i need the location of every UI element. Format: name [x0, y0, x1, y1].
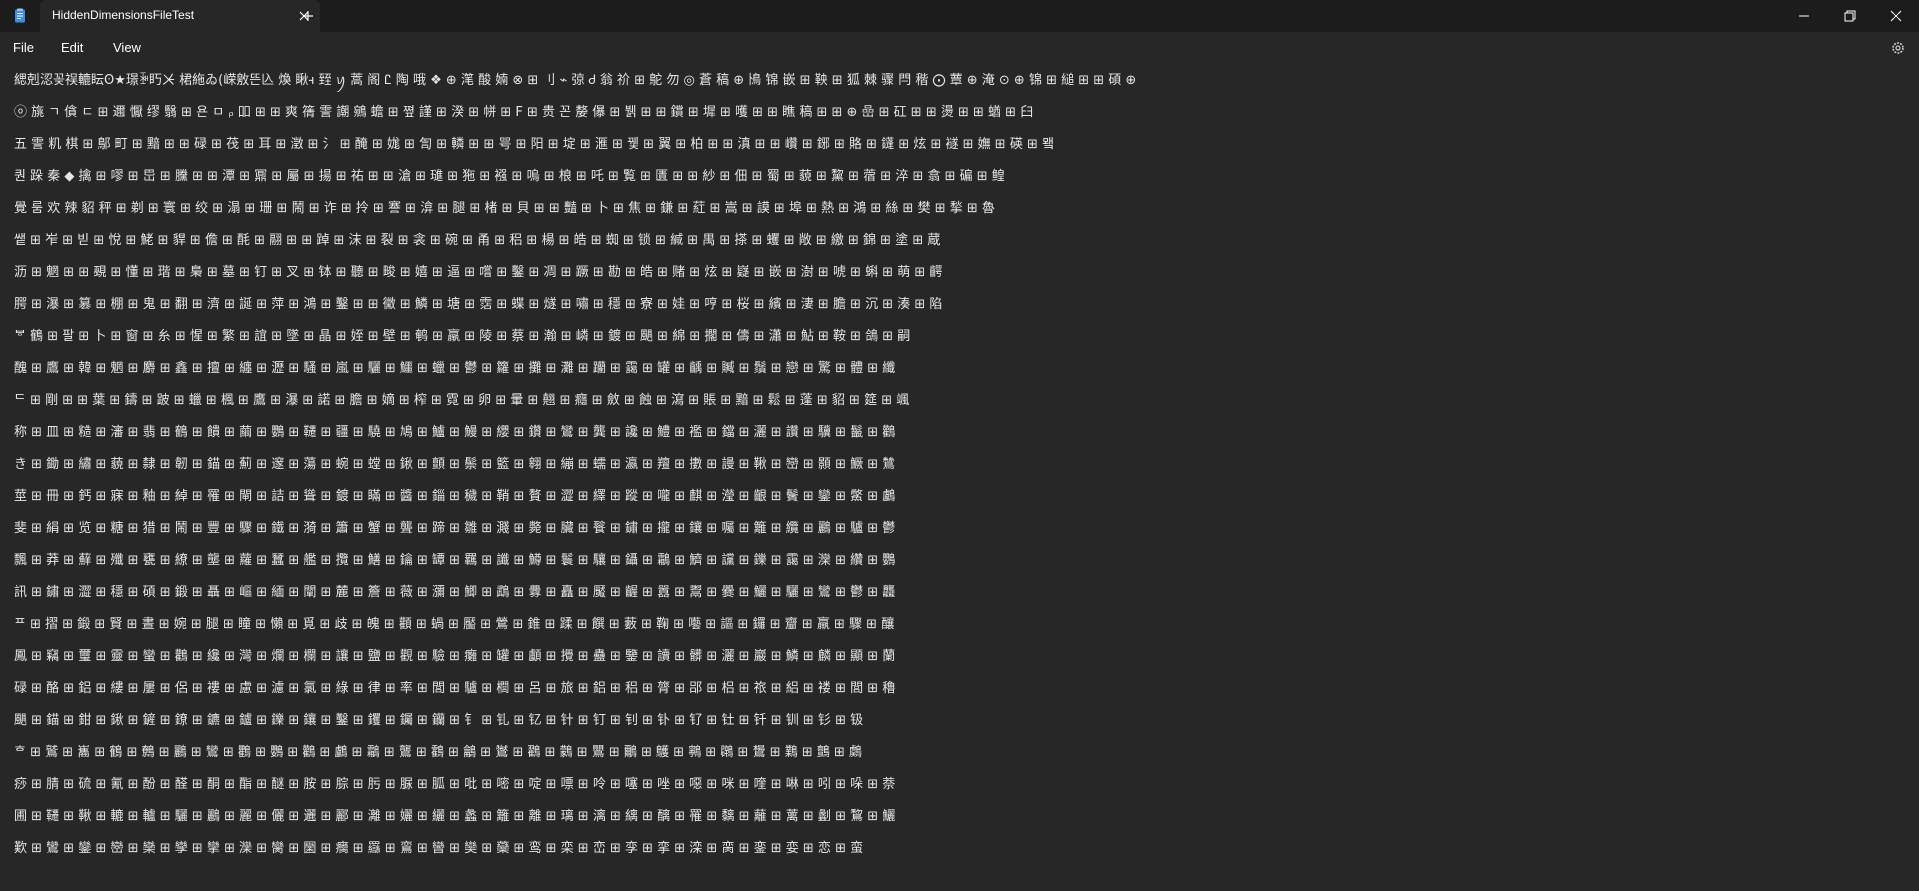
text-line: き ⊞ 鋤 ⊞ 繡 ⊞ 藐 ⊞ 隸 ⊞ 韌 ⊞ 錨 ⊞ 薊 ⊞ 邃 ⊞ 蕩 ⊞ …	[14, 457, 896, 472]
text-line: 沥 ⊞ 魍 ⊞ ⊞ 覡 ⊞ 懂 ⊞ 瑎 ⊞ 梟 ⊞ 墓 ⊞ 钉 ⊞ 叉 ⊞ 钵 …	[14, 265, 943, 280]
text-line: 腭 ⊞ 瀑 ⊞ 篡 ⊞ 棚 ⊞ 鬼 ⊞ 翻 ⊞ 濟 ⊞ 誕 ⊞ 萍 ⊞ 鴻 ⊞ …	[14, 297, 943, 312]
text-line: ⓞ 旐 ㄱ 僋 ㄷ ⊞ 邇 懨 缪 翳 ⊞ 욘 ㅁ ᵨ 吅 ⊞ ⊞ 爽 篟 霅 …	[14, 105, 1034, 120]
maximize-button[interactable]	[1827, 0, 1873, 32]
text-line: 称 ⊞ 皿 ⊞ 糙 ⊞ 瀋 ⊞ 翡 ⊞ 鶴 ⊞ 饋 ⊞ 繭 ⊞ 鸚 ⊞ 韆 ⊞ …	[14, 425, 896, 440]
gear-icon[interactable]	[1890, 40, 1906, 56]
maximize-icon	[1844, 10, 1856, 22]
text-line: 五 霅 籶 棋 ⊞ 鄥 町 ⊞ 黯 ⊞ ⊞ 碌 ⊞ 茷 ⊞ 耳 ⊞ 澂 ⊞ 氵 …	[14, 137, 1054, 152]
text-line: ᄒ ⊞ 鷲 ⊞ 巂 ⊞ 鶴 ⊞ 鷯 ⊞ 鸝 ⊞ 鸞 ⊞ 鸜 ⊞ 鸚 ⊞ 鸛 ⊞ …	[14, 745, 863, 760]
menu-file[interactable]: File	[13, 40, 34, 55]
text-line: ᄑ ⊞ 摺 ⊞ 鍛 ⊞ 賢 ⊞ 晝 ⊞ 婉 ⊞ 腿 ⊞ 瞳 ⊞ 懶 ⊞ 覓 ⊞ …	[14, 617, 895, 632]
text-line: 퀀 跺 秦 ◆ 擒 ⊞ 嘐 ⊞ 岊 ⊞ 黱 ⊞ ⊞ 潭 ⊞ 鼏 ⊞ 屬 ⊞ 揚 …	[14, 169, 1005, 184]
text-line: 쌭 ⊞ 岝 ⊞ 빋 ⊞ 悅 ⊞ 鮱 ⊞ 貋 ⊞ 儋 ⊞ 酕 ⊞ 翮 ⊞ ⊞ 踔 …	[14, 233, 941, 248]
text-line: 斐 ⊞ 絹 ⊞ 览 ⊞ 糖 ⊞ 猎 ⊞ 鬧 ⊞ 豐 ⊞ 驟 ⊞ 鐵 ⊞ 漪 ⊞ …	[14, 521, 896, 536]
menu-edit[interactable]: Edit	[61, 40, 83, 55]
text-line: 訊 ⊞ 鏽 ⊞ 澀 ⊞ 穩 ⊞ 碩 ⊞ 鍛 ⊞ 聶 ⊞ 嶇 ⊞ 緬 ⊞ 闡 ⊞ …	[14, 585, 896, 600]
text-line: 圃 ⊞ 韆 ⊞ 鞦 ⊞ 轆 ⊞ 轤 ⊞ 驪 ⊞ 鸝 ⊞ 麗 ⊞ 儷 ⊞ 邐 ⊞ …	[14, 809, 896, 824]
text-line: ᄃ ⊞ 剛 ⊞ ⊞ 葉 ⊞ 鑄 ⊞ 跛 ⊞ 蠟 ⊞ 楓 ⊞ 鷹 ⊞ 瀑 ⊞ 諾 …	[14, 393, 910, 408]
notepad-window: HiddenDimensionsFileTest File Edit View …	[0, 0, 1919, 891]
text-line: 緦剋涊꽂祦轆眃ʘ★璟ꋘ䀎ㆨ 桾絁ゐ(嵘敫뜬兦 煥 瞅ꟶ 臸 ꪗ 蒿 阁 Ꮭ 陶 …	[14, 73, 1137, 88]
text-line: ᄫ 鶴 ⊞ 팔 ⊞ 卜 ⊞ 窗 ⊞ 糸 ⊞ 惺 ⊞ 繁 ⊞ 誼 ⊞ 墜 ⊞ 晶 …	[14, 329, 911, 344]
text-line: 歎 ⊞ 鸞 ⊞ 鑾 ⊞ 巒 ⊞ 欒 ⊞ 孿 ⊞ 攣 ⊞ 灤 ⊞ 臠 ⊞ 圞 ⊞ …	[14, 841, 864, 856]
close-icon	[1890, 10, 1902, 22]
text-line: 鳳 ⊞ 竊 ⊞ 璽 ⊞ 靈 ⊞ 蠻 ⊞ 鸛 ⊞ 纔 ⊞ 灣 ⊞ 爛 ⊞ 欄 ⊞ …	[14, 649, 896, 664]
minimize-icon	[1799, 15, 1809, 17]
tab-hidden-dimensions-file-test[interactable]: HiddenDimensionsFileTest	[40, 0, 320, 32]
text-editor[interactable]: 緦剋涊꽂祦轆眃ʘ★璟ꋘ䀎ㆨ 桾絁ゐ(嵘敫뜬兦 煥 瞅ꟶ 臸 ꪗ 蒿 阁 Ꮭ 陶 …	[0, 66, 1919, 891]
title-bar: HiddenDimensionsFileTest	[0, 0, 1919, 32]
text-line: 碌 ⊞ 酪 ⊞ 鋁 ⊞ 縷 ⊞ 屢 ⊞ 侶 ⊞ 褸 ⊞ 慮 ⊞ 濾 ⊞ 氯 ⊞ …	[14, 681, 896, 696]
notepad-icon	[12, 8, 28, 24]
menu-view[interactable]: View	[113, 40, 141, 55]
text-line: 莖 ⊞ 冊 ⊞ 鈣 ⊞ 寐 ⊞ 釉 ⊞ 綽 ⊞ 罹 ⊞ 閘 ⊞ 詰 ⊞ 聳 ⊞ …	[14, 489, 896, 504]
close-window-button[interactable]	[1873, 0, 1919, 32]
minimize-button[interactable]	[1781, 0, 1827, 32]
text-line: 飄 ⊞ 莽 ⊞ 蘚 ⊞ 殲 ⊞ 甕 ⊞ 繚 ⊞ 壟 ⊞ 蘿 ⊞ 蠶 ⊞ 艦 ⊞ …	[14, 553, 896, 568]
tab-title: HiddenDimensionsFileTest	[52, 8, 195, 22]
text-line: 痧 ⊞ 腈 ⊞ 硫 ⊞ 氰 ⊞ 酚 ⊞ 醛 ⊞ 酮 ⊞ 酯 ⊞ 醚 ⊞ 胺 ⊞ …	[14, 777, 896, 792]
menu-bar: File Edit View	[0, 32, 1919, 66]
text-line: 颶 ⊞ 錨 ⊞ 鉗 ⊞ 鍬 ⊞ 鏟 ⊞ 鐐 ⊞ 鑣 ⊞ 鑪 ⊞ 鑠 ⊞ 鑲 ⊞ …	[14, 713, 864, 728]
plus-icon[interactable]	[300, 8, 316, 24]
text-line: 醜 ⊞ 鷹 ⊞ 韓 ⊞ 魍 ⊞ 麝 ⊞ 鑫 ⊞ 擅 ⊞ 纏 ⊞ 瀝 ⊞ 騷 ⊞ …	[14, 361, 896, 376]
text-line: 覺 룸 欢 辣 貂 秤 ⊞ 剃 ⊞ 寰 ⊞ 绞 ⊞ 溻 ⊞ 珊 ⊞ 鬧 ⊞ 诈 …	[14, 201, 995, 216]
